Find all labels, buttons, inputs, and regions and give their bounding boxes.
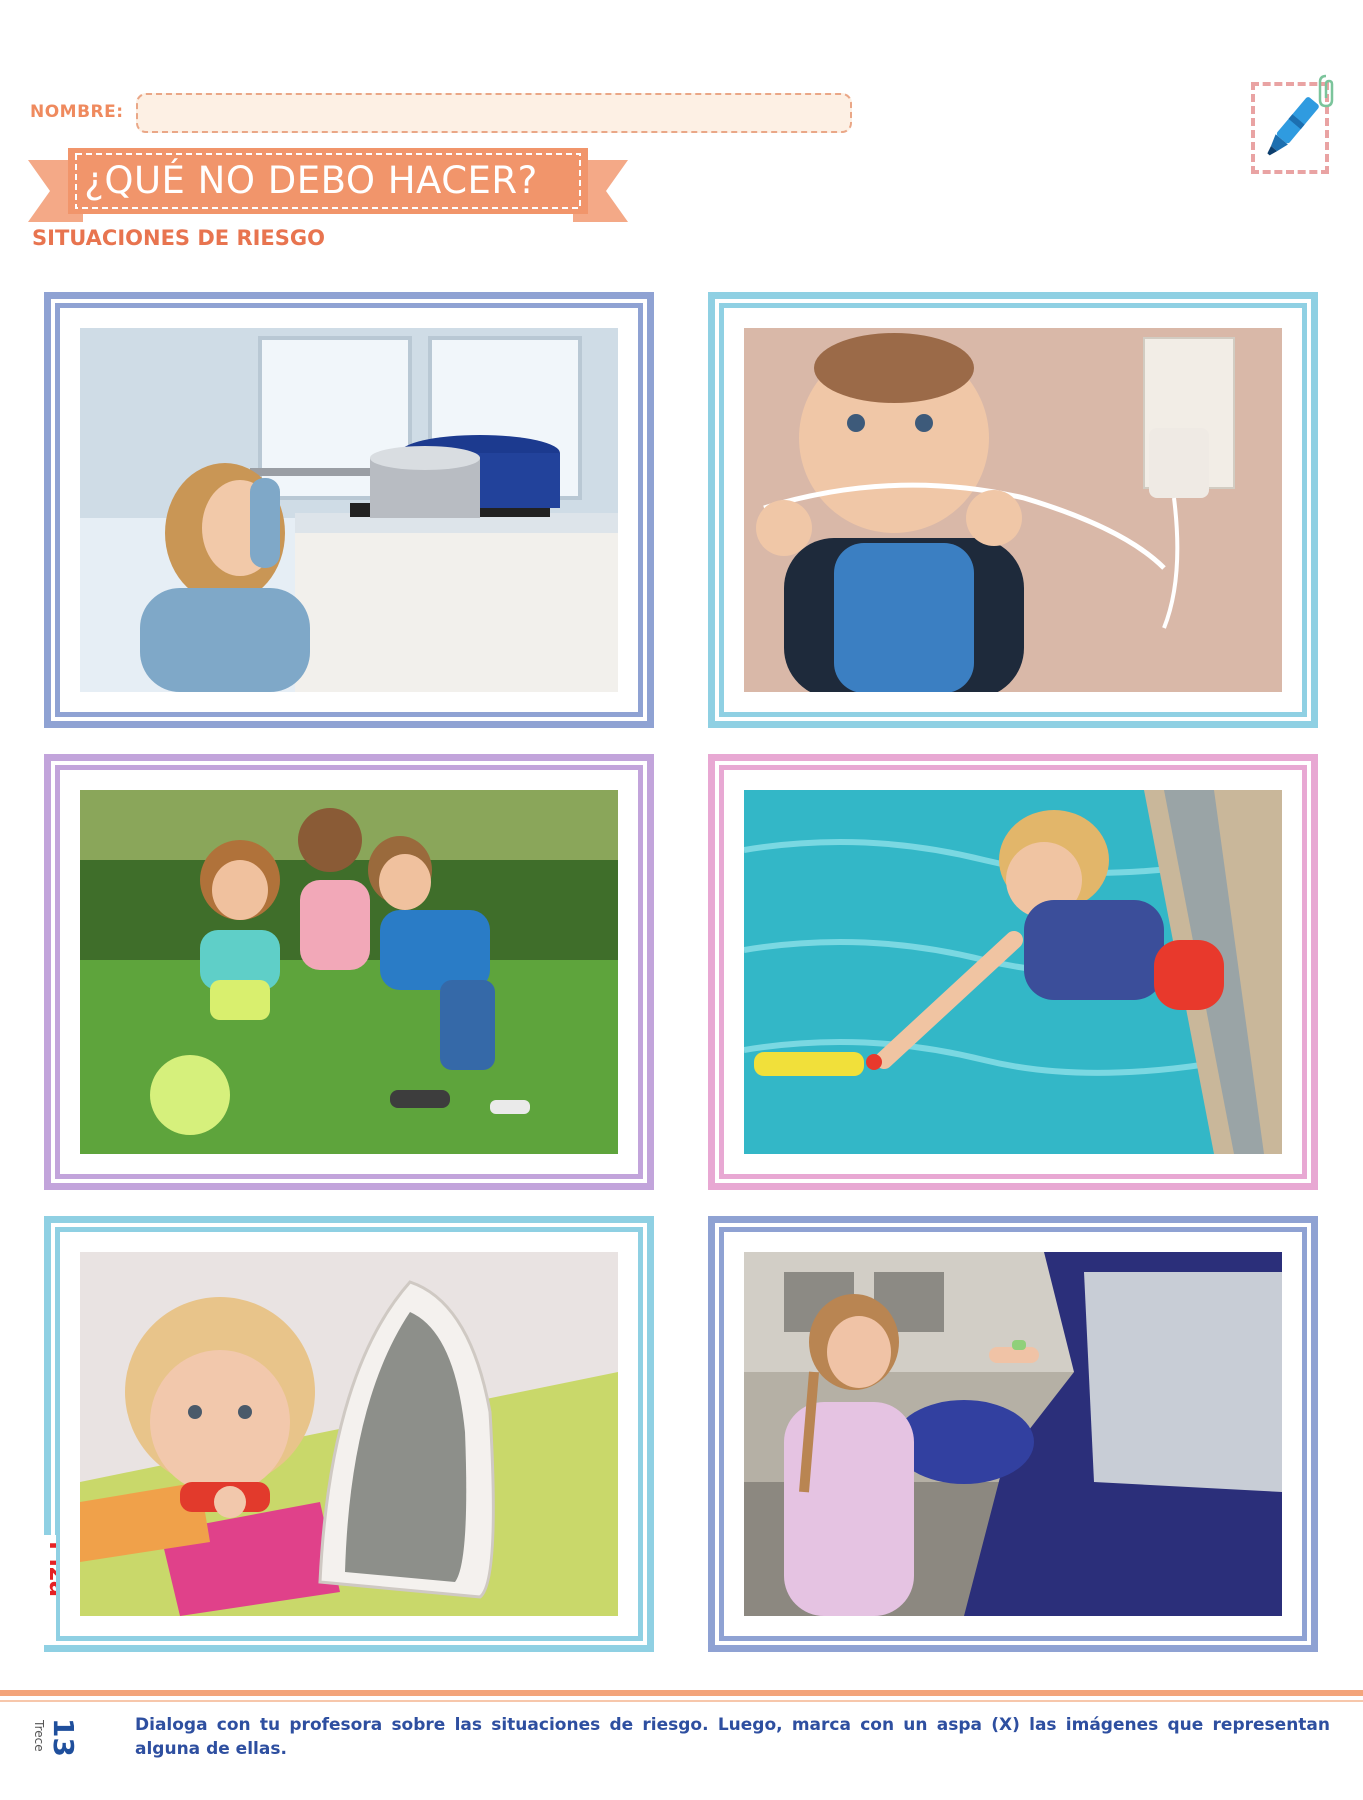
highlighter-icon <box>1267 97 1319 156</box>
photo-card-ball[interactable] <box>44 754 654 1190</box>
logo-mark: Piza <box>30 1535 56 1645</box>
page-number-word: Trece <box>32 1720 46 1752</box>
activity-instructions: Dialoga con tu profesora sobre las situa… <box>135 1715 1330 1759</box>
paperclip-icon <box>1318 74 1334 108</box>
photo-girl-stove <box>80 328 618 692</box>
page-number: 13 <box>47 1718 80 1757</box>
photo-card-stove[interactable] <box>44 292 654 728</box>
photo-kids-ball <box>80 790 618 1154</box>
svg-text:Piza: Piza <box>44 1541 56 1597</box>
photo-card-car[interactable] <box>708 1216 1318 1652</box>
photo-card-iron[interactable] <box>44 1216 654 1652</box>
footer-rule-thin <box>0 1700 1363 1702</box>
nombre-label: NOMBRE: <box>30 102 124 122</box>
photo-child-pool <box>744 790 1282 1154</box>
nombre-field[interactable] <box>136 93 852 133</box>
footer-rule <box>0 1690 1363 1696</box>
photo-baby-cord <box>744 328 1282 692</box>
section-subtitle: SITUACIONES DE RIESGO <box>32 226 325 250</box>
photo-card-pool[interactable] <box>708 754 1318 1190</box>
photo-girl-car <box>744 1252 1282 1616</box>
page-title: ¿QUÉ NO DEBO HACER? <box>84 158 538 202</box>
photo-card-cord[interactable] <box>708 292 1318 728</box>
photo-toddler-iron <box>80 1252 618 1616</box>
